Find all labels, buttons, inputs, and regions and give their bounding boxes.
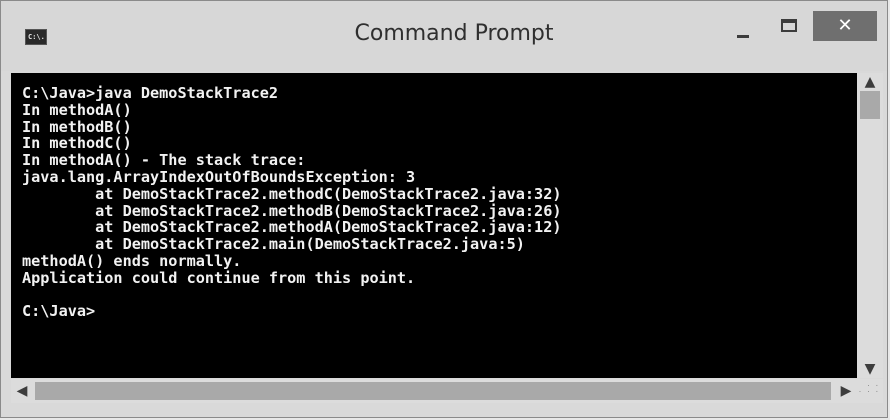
scroll-down-icon[interactable]: ▼ (857, 360, 883, 378)
command-prompt-window: C:\. Command Prompt ✕ C:\Java>java DemoS… (0, 0, 888, 418)
close-icon: ✕ (837, 15, 853, 36)
scroll-left-icon[interactable]: ◀ (11, 379, 33, 403)
maximize-button[interactable] (769, 15, 809, 45)
maximize-icon (781, 19, 797, 32)
console-output[interactable]: C:\Java>java DemoStackTrace2 In methodA(… (11, 73, 857, 378)
resize-grip-icon: . . . . . (857, 380, 879, 394)
vertical-scroll-thumb[interactable] (860, 91, 880, 119)
console-text: C:\Java>java DemoStackTrace2 In methodA(… (22, 84, 562, 321)
scroll-up-icon[interactable]: ▲ (857, 73, 883, 91)
close-button[interactable]: ✕ (813, 11, 877, 41)
minimize-icon (737, 35, 749, 38)
minimize-button[interactable] (725, 15, 765, 45)
horizontal-scroll-thumb[interactable] (35, 382, 831, 400)
horizontal-scrollbar[interactable]: ◀ ▶ (11, 379, 857, 403)
vertical-scrollbar[interactable]: ▲ ▼ (857, 73, 883, 378)
resize-grip[interactable]: . . . . . (857, 379, 883, 403)
scroll-right-icon[interactable]: ▶ (835, 379, 857, 403)
title-bar[interactable]: C:\. Command Prompt ✕ (1, 1, 887, 71)
